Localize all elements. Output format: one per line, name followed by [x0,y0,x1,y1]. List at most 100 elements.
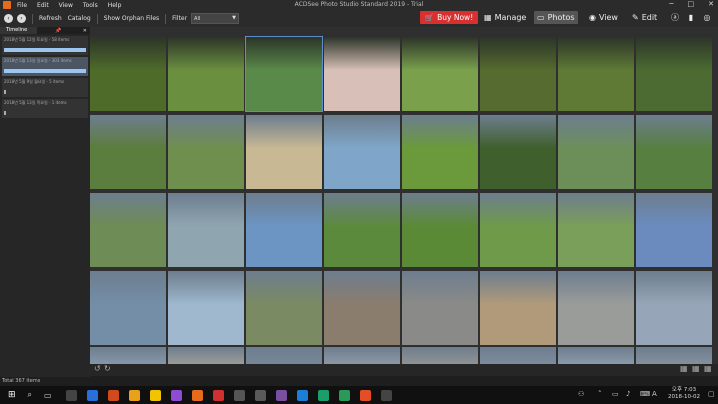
task-view-icon[interactable]: ▭ [44,391,52,400]
catalog-button[interactable]: Catalog [68,15,91,22]
mode-edit[interactable]: ✎ Edit [632,11,657,24]
taskbar-app-icon[interactable] [212,389,224,401]
taskbar-app-icon[interactable] [338,389,350,401]
photo-thumbnail[interactable] [168,271,244,345]
taskbar-app-icon[interactable] [170,389,182,401]
photo-thumbnail[interactable] [402,115,478,189]
photo-thumbnail[interactable] [402,347,478,364]
ime-language[interactable]: A [652,390,657,398]
calendar-year-icon[interactable]: ▦ [704,364,712,373]
taskbar-app-icon[interactable] [128,389,140,401]
photo-thumbnail[interactable] [558,271,634,345]
photo-thumbnail[interactable] [90,347,166,364]
tab-timeline[interactable]: Timeline [0,27,38,34]
menu-help[interactable]: Help [108,2,122,9]
photo-thumbnail[interactable] [636,193,712,267]
photo-thumbnail[interactable] [90,271,166,345]
mode-photos[interactable]: ▭ Photos [534,11,578,24]
menu-file[interactable]: File [17,2,27,9]
maximize-button[interactable]: □ [688,0,695,8]
search-icon[interactable]: ⌕ [28,390,32,400]
close-button[interactable]: ✕ [708,0,714,8]
taskbar-app-icon[interactable] [86,389,98,401]
taskbar-app-icon[interactable] [380,389,392,401]
rotate-left-icon[interactable]: ↺ [94,364,101,373]
photo-thumbnail[interactable] [246,115,322,189]
photo-thumbnail[interactable] [324,347,400,364]
photo-thumbnail[interactable] [90,115,166,189]
taskbar-app-icon[interactable] [149,389,161,401]
photo-thumbnail[interactable] [90,37,166,111]
photo-thumbnail[interactable] [324,37,400,111]
timeline-row[interactable]: 2018년 5월 13일 일요일 - 303 items [2,57,88,76]
photo-thumbnail[interactable] [402,193,478,267]
filter-select[interactable]: All ▼ [191,13,240,24]
taskbar-app-icon[interactable] [359,389,371,401]
taskbar-app-icon[interactable] [191,389,203,401]
taskbar-app-icon[interactable] [107,389,119,401]
timeline-row[interactable]: 2018년 5월 13일 목요일 - 1 items [2,99,88,118]
photo-thumbnail[interactable] [168,115,244,189]
photo-thumbnail[interactable] [636,347,712,364]
mode-view[interactable]: ◉ View [589,11,618,24]
photo-thumbnail[interactable] [90,193,166,267]
pin-icon[interactable]: 📌 [55,28,61,34]
photo-thumbnail[interactable] [246,193,322,267]
photo-thumbnail[interactable] [558,193,634,267]
forward-button[interactable]: › [17,14,26,23]
taskbar-app-icon[interactable] [275,389,287,401]
menu-view[interactable]: View [59,2,73,9]
photo-thumbnail[interactable] [480,347,556,364]
eye-slash-icon[interactable]: ◎ [701,11,713,23]
calendar-icon[interactable]: ▦ [680,364,688,373]
photo-thumbnail[interactable] [558,115,634,189]
photo-thumbnail[interactable] [168,347,244,364]
menu-edit[interactable]: Edit [37,2,49,9]
timeline-row[interactable]: 2018년 5월 12일 토요일 - 58 items [2,36,88,55]
close-icon[interactable]: ✕ [83,28,87,34]
refresh-button[interactable]: Refresh [39,15,62,22]
notification-icon[interactable]: ▢ [708,390,715,398]
photo-thumbnail[interactable] [480,193,556,267]
volume-icon[interactable]: ♪ [626,390,630,398]
photo-thumbnail[interactable] [480,271,556,345]
taskbar-app-icon[interactable] [296,389,308,401]
photo-thumbnail[interactable] [636,37,712,111]
photo-thumbnail[interactable] [636,115,712,189]
network-icon[interactable]: ▭ [612,390,619,398]
photo-thumbnail[interactable] [246,271,322,345]
calendar-month-icon[interactable]: ▦ [692,364,700,373]
photo-thumbnail[interactable] [558,347,634,364]
show-orphan-files-button[interactable]: Show Orphan Files [104,15,159,22]
system-clock[interactable]: 오후 7:03 2018-10-02 [668,387,700,401]
timeline-row[interactable]: 2018년 5월 9일 월요일 - 5 items [2,78,88,97]
histogram-icon[interactable]: ▮ [685,11,697,23]
photo-thumbnail[interactable] [168,37,244,111]
photo-thumbnail[interactable] [402,271,478,345]
photo-thumbnail[interactable] [558,37,634,111]
menu-tools[interactable]: Tools [83,2,98,9]
mode-manage[interactable]: ▦ Manage [484,11,526,24]
photo-thumbnail[interactable] [324,193,400,267]
buy-now-button[interactable]: 🛒 Buy Now! [420,11,478,24]
rotate-right-icon[interactable]: ↻ [104,364,111,373]
photo-thumbnail[interactable] [168,193,244,267]
taskbar-app-icon[interactable] [233,389,245,401]
photo-thumbnail[interactable] [246,347,322,364]
photo-thumbnail[interactable] [402,37,478,111]
photo-thumbnail[interactable] [480,115,556,189]
back-button[interactable]: ‹ [4,14,13,23]
account-icon[interactable]: ⓐ [669,11,681,23]
chevron-up-icon[interactable]: ˄ [598,390,602,398]
windows-start-icon[interactable]: ⊞ [8,390,16,400]
photo-thumbnail[interactable] [245,36,323,112]
photo-thumbnail[interactable] [324,115,400,189]
people-icon[interactable]: ⚇ [578,390,584,398]
photo-thumbnail[interactable] [324,271,400,345]
taskbar-app-icon[interactable] [254,389,266,401]
taskbar-app-icon[interactable] [317,389,329,401]
taskbar-app-icon[interactable] [65,389,77,401]
minimize-button[interactable]: ─ [669,0,673,8]
photo-thumbnail[interactable] [480,37,556,111]
photo-thumbnail[interactable] [636,271,712,345]
